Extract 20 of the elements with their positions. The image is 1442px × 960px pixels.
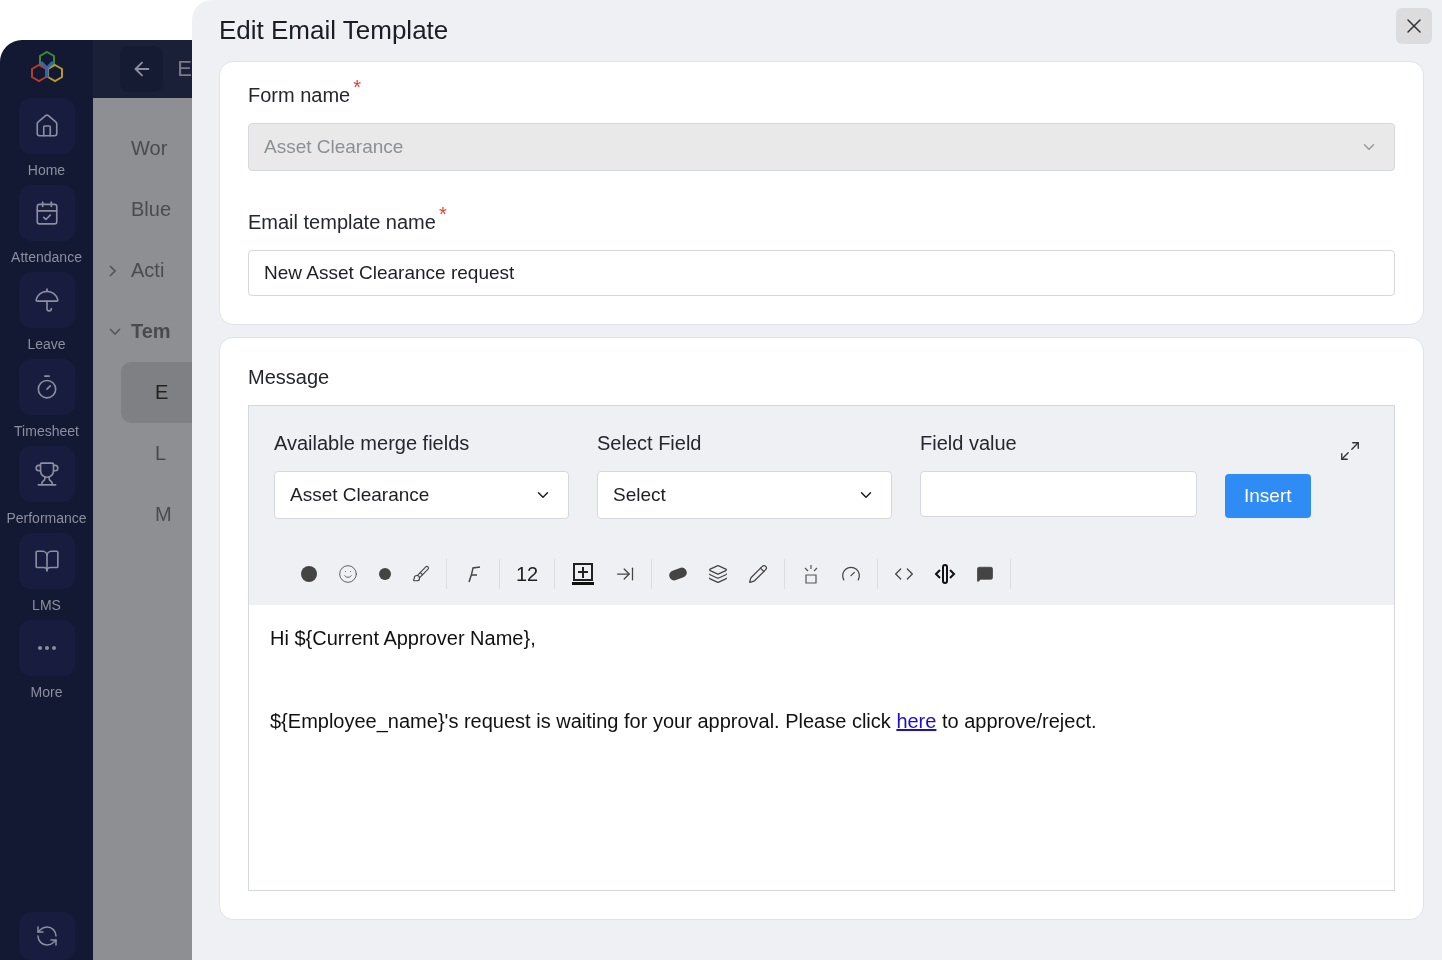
insert-button[interactable]: Insert bbox=[1225, 474, 1311, 518]
message-paragraph: ${Employee_name}'s request is waiting for your approval. Please click here to approve/reject. bbox=[270, 710, 1098, 733]
page-title: E bbox=[177, 56, 192, 82]
dialog-title: Edit Email Template bbox=[219, 15, 449, 46]
menu-item[interactable]: E bbox=[121, 362, 192, 423]
field-label: Message bbox=[248, 366, 330, 389]
field-select[interactable]: Select bbox=[597, 471, 892, 519]
field-label: Select Field bbox=[597, 432, 703, 455]
greeting-text: Hi ${Current Approver Name}, bbox=[270, 627, 537, 650]
field-label: Field value bbox=[920, 432, 1018, 455]
field-label: Email template name bbox=[248, 211, 436, 234]
template-name-field[interactable]: New Asset Clearance request bbox=[248, 250, 1395, 296]
field-label: Form name bbox=[248, 84, 351, 107]
sidebar-item[interactable]: Performance bbox=[6, 446, 87, 526]
field-label: Available merge fields bbox=[274, 432, 471, 455]
required-mark: * bbox=[438, 203, 447, 226]
required-mark: * bbox=[353, 76, 362, 99]
font-size-select[interactable]: 12 bbox=[516, 562, 539, 586]
here-link[interactable]: here bbox=[896, 710, 937, 732]
merge-fields-select[interactable]: Asset Clearance bbox=[274, 471, 569, 519]
